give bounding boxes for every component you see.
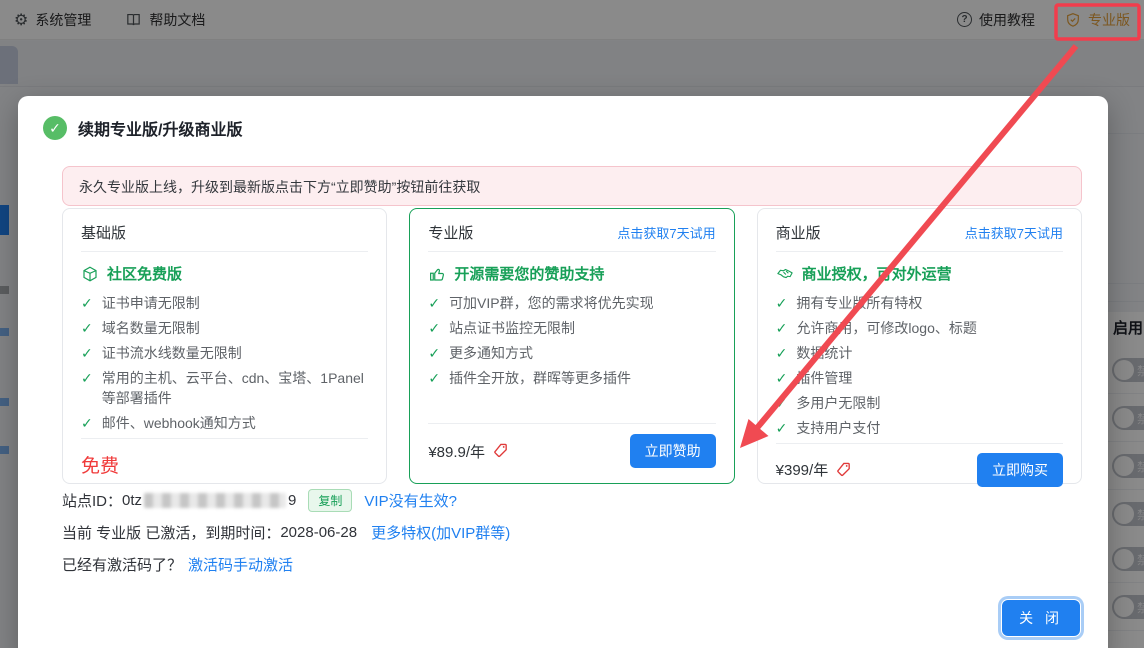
check-icon: ✓ bbox=[776, 418, 788, 438]
check-icon: ✓ bbox=[428, 293, 440, 313]
plan-slogan: 商业授权，可对外运营 bbox=[802, 263, 952, 284]
check-icon: ✓ bbox=[776, 318, 788, 338]
feature-item: ✓证书申请无限制 bbox=[81, 293, 368, 313]
close-button[interactable]: 关 闭 bbox=[1002, 600, 1080, 636]
feature-item: ✓多用户无限制 bbox=[776, 393, 1063, 413]
dialog-title: 续期专业版/升级商业版 bbox=[78, 116, 242, 140]
vip-not-working-link[interactable]: VIP没有生效? bbox=[364, 490, 457, 511]
feature-item: ✓插件全开放，群晖等更多插件 bbox=[428, 368, 715, 388]
feature-item: ✓证书流水线数量无限制 bbox=[81, 343, 368, 363]
tag-icon bbox=[835, 461, 853, 479]
site-id-blurred bbox=[144, 493, 286, 508]
license-status-row: 当前 专业版 已激活，到期时间： 2028-06-28 更多特权(加VIP群等) bbox=[62, 522, 510, 543]
feature-item: ✓支持用户支付 bbox=[776, 418, 1063, 438]
sponsor-now-button[interactable]: 立即赞助 bbox=[630, 434, 716, 468]
check-icon: ✓ bbox=[776, 393, 788, 413]
check-icon: ✓ bbox=[81, 293, 93, 313]
feature-item: ✓插件管理 bbox=[776, 368, 1063, 388]
check-icon: ✓ bbox=[776, 343, 788, 363]
trial-link[interactable]: 点击获取7天试用 bbox=[617, 223, 715, 242]
thumbs-up-icon bbox=[428, 265, 446, 283]
plan-card-business: 商业版 点击获取7天试用 商业授权，可对外运营 ✓拥有专业版所有特权 ✓允许商用… bbox=[757, 208, 1082, 484]
site-id-row: 站点ID： 0tz 9 复制 VIP没有生效? bbox=[62, 490, 510, 511]
plan-card-pro: 专业版 点击获取7天试用 开源需要您的赞助支持 ✓可加VIP群，您的需求将优先实… bbox=[409, 208, 734, 484]
tag-icon bbox=[492, 442, 510, 460]
check-icon: ✓ bbox=[428, 318, 440, 338]
success-check-icon: ✓ bbox=[43, 116, 67, 140]
manual-activation-link[interactable]: 激活码手动激活 bbox=[188, 554, 293, 575]
plan-price: ¥89.9/年 bbox=[428, 441, 510, 462]
feature-item: ✓常用的主机、云平台、cdn、宝塔、1Panel等部署插件 bbox=[81, 368, 368, 408]
buy-now-button[interactable]: 立即购买 bbox=[977, 453, 1063, 487]
cube-icon bbox=[81, 265, 99, 283]
feature-item: ✓域名数量无限制 bbox=[81, 318, 368, 338]
plan-name: 商业版 bbox=[776, 222, 821, 243]
plan-slogan: 开源需要您的赞助支持 bbox=[454, 263, 604, 284]
expiry-date: 2028-06-28 bbox=[280, 524, 357, 541]
check-icon: ✓ bbox=[428, 368, 440, 388]
feature-item: ✓可加VIP群，您的需求将优先实现 bbox=[428, 293, 715, 313]
check-icon: ✓ bbox=[776, 293, 788, 313]
feature-item: ✓邮件、webhook通知方式 bbox=[81, 413, 368, 433]
price-free: 免费 bbox=[81, 451, 119, 478]
feature-item: ✓允许商用，可修改logo、标题 bbox=[776, 318, 1063, 338]
trial-link[interactable]: 点击获取7天试用 bbox=[965, 223, 1063, 242]
plan-price: ¥399/年 bbox=[776, 459, 854, 480]
feature-item: ✓更多通知方式 bbox=[428, 343, 715, 363]
check-icon: ✓ bbox=[428, 343, 440, 363]
check-icon: ✓ bbox=[81, 318, 93, 338]
upgrade-dialog: ✓ 续期专业版/升级商业版 永久专业版上线，升级到最新版点击下方“立即赞助”按钮… bbox=[18, 96, 1108, 648]
plan-name: 专业版 bbox=[428, 222, 473, 243]
handshake-icon bbox=[776, 265, 794, 283]
feature-item: ✓拥有专业版所有特权 bbox=[776, 293, 1063, 313]
more-privileges-link[interactable]: 更多特权(加VIP群等) bbox=[371, 522, 510, 543]
check-icon: ✓ bbox=[776, 368, 788, 388]
promo-alert: 永久专业版上线，升级到最新版点击下方“立即赞助”按钮前往获取 bbox=[62, 166, 1082, 206]
activation-row: 已经有激活码了？ 激活码手动激活 bbox=[62, 554, 510, 575]
check-icon: ✓ bbox=[81, 413, 93, 433]
feature-item: ✓数据统计 bbox=[776, 343, 1063, 363]
check-icon: ✓ bbox=[81, 368, 93, 408]
plan-name: 基础版 bbox=[81, 222, 126, 243]
plan-card-basic: 基础版 社区免费版 ✓证书申请无限制 ✓域名数量无限制 ✓证书流水线数量无限制 … bbox=[62, 208, 387, 484]
copy-button[interactable]: 复制 bbox=[308, 489, 352, 512]
check-icon: ✓ bbox=[81, 343, 93, 363]
feature-item: ✓站点证书监控无限制 bbox=[428, 318, 715, 338]
plan-slogan: 社区免费版 bbox=[107, 263, 182, 284]
